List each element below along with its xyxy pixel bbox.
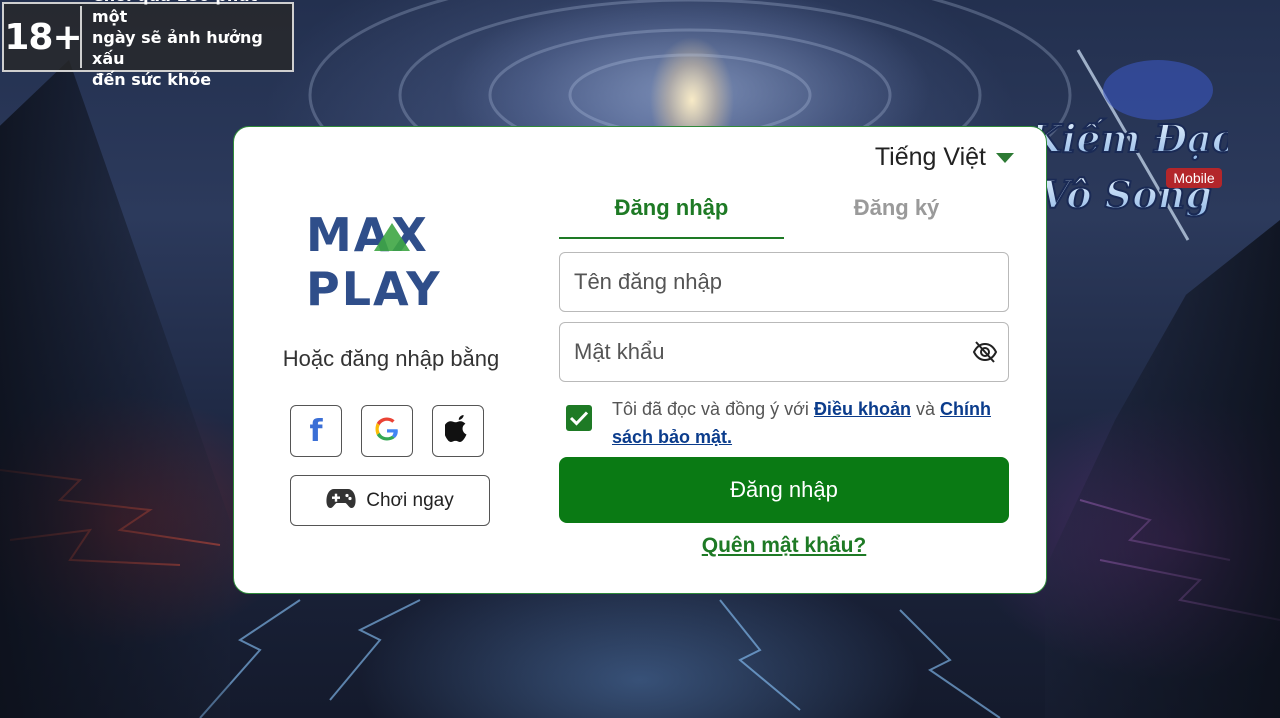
agree-text: Tôi đã đọc và đồng ý với Điều khoản và C… xyxy=(612,395,992,451)
maxplay-logo: MAX PLAY xyxy=(306,208,476,316)
maxplay-logo-line2: PLAY xyxy=(306,262,442,309)
username-field-box xyxy=(559,252,1009,312)
svg-text:f: f xyxy=(309,414,323,444)
apple-icon xyxy=(443,414,471,448)
health-warning-text: Chơi quá 180 phút một ngày sẽ ảnh hưởng … xyxy=(92,0,263,89)
agree-prefix: Tôi đã đọc và đồng ý với xyxy=(612,399,809,419)
agree-checkbox[interactable] xyxy=(566,405,592,431)
username-input[interactable] xyxy=(572,253,956,311)
google-icon xyxy=(373,415,401,448)
game-logo-line1: Kiếm Đạo xyxy=(1038,116,1228,161)
login-button[interactable]: Đăng nhập xyxy=(559,457,1009,523)
checkmark-icon xyxy=(569,411,589,426)
terms-link[interactable]: Điều khoản xyxy=(814,399,911,419)
game-logo-badge: Mobile xyxy=(1173,170,1214,186)
forgot-password-link[interactable]: Quên mật khẩu? xyxy=(559,534,1009,558)
eye-off-icon[interactable] xyxy=(972,339,998,370)
play-now-button[interactable]: Chơi ngay xyxy=(290,475,490,526)
facebook-login-button[interactable]: f xyxy=(290,405,342,457)
play-now-label: Chơi ngay xyxy=(366,489,454,511)
social-login-row: f xyxy=(290,405,484,457)
gamepad-icon xyxy=(326,487,356,515)
auth-tabs: Đăng nhập Đăng ký xyxy=(559,189,1009,239)
apple-login-button[interactable] xyxy=(432,405,484,457)
language-selector[interactable]: Tiếng Việt xyxy=(875,143,1014,172)
maxplay-logo-line1: MAX xyxy=(306,209,429,262)
password-field-box xyxy=(559,322,1009,382)
facebook-icon: f xyxy=(303,414,329,449)
agree-and: và xyxy=(915,399,935,419)
dropdown-caret-icon xyxy=(996,152,1014,163)
age-rating-banner: 18+ Chơi quá 180 phút một ngày sẽ ảnh hư… xyxy=(2,0,294,89)
terms-agreement: Tôi đã đọc và đồng ý với Điều khoản và C… xyxy=(566,395,992,451)
tab-register[interactable]: Đăng ký xyxy=(784,189,1009,239)
tab-login[interactable]: Đăng nhập xyxy=(559,189,784,239)
game-logo: Kiếm Đạo Vô Song Mobile xyxy=(1027,40,1238,250)
age-rating-label: 18+ xyxy=(4,6,83,68)
login-card: MAX PLAY Hoặc đăng nhập bằng f Chơi ngay… xyxy=(233,126,1047,594)
alt-login-heading: Hoặc đăng nhập bằng xyxy=(282,346,500,371)
google-login-button[interactable] xyxy=(361,405,413,457)
language-label: Tiếng Việt xyxy=(874,143,986,171)
password-input[interactable] xyxy=(572,323,956,381)
